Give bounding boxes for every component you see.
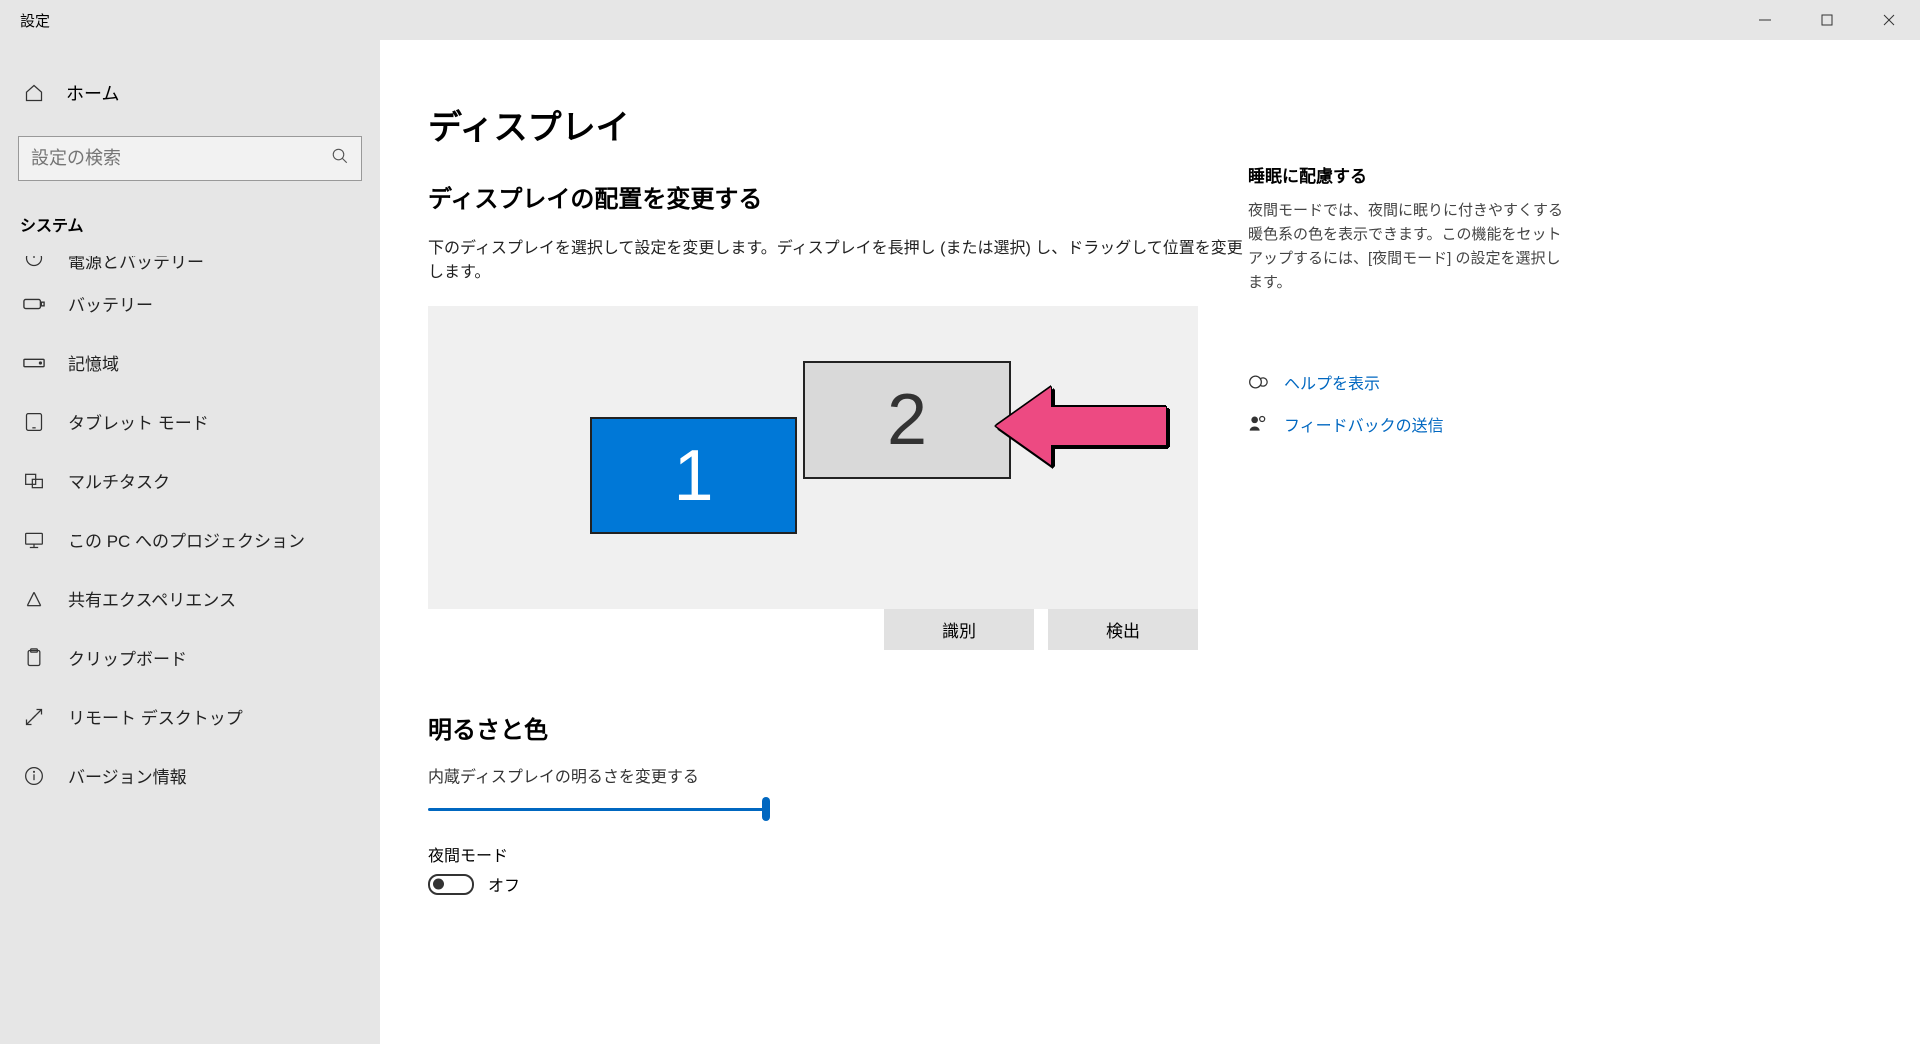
- sidebar: ホーム システム 電源とバッテリー バッテリー: [0, 40, 380, 1044]
- search-input[interactable]: [18, 136, 362, 181]
- help-link-row[interactable]: ヘルプを表示: [1248, 370, 1568, 394]
- sidebar-nav: 電源とバッテリー バッテリー 記憶域 タブレット モード: [0, 256, 380, 805]
- sidebar-item-tablet[interactable]: タブレット モード: [0, 392, 380, 451]
- search-icon: [331, 147, 349, 170]
- sidebar-item-label: マルチタスク: [68, 468, 170, 493]
- sidebar-item-label: クリップボード: [68, 645, 187, 670]
- search-field[interactable]: [31, 148, 331, 169]
- annotation-arrow: [996, 381, 1176, 476]
- identify-label: 識別: [942, 617, 976, 642]
- maximize-button[interactable]: [1796, 0, 1858, 40]
- monitor-2[interactable]: 2: [803, 361, 1011, 479]
- brightness-slider-label: 内蔵ディスプレイの明るさを変更する: [428, 763, 1248, 787]
- tablet-icon: [20, 412, 48, 432]
- brightness-title: 明るさと色: [428, 710, 1248, 745]
- brightness-slider[interactable]: [428, 791, 766, 827]
- help-link[interactable]: ヘルプを表示: [1284, 370, 1380, 394]
- night-mode-toggle[interactable]: [428, 874, 474, 895]
- sidebar-item-battery[interactable]: バッテリー: [0, 274, 380, 333]
- info-icon: [20, 766, 48, 786]
- minimize-button[interactable]: [1734, 0, 1796, 40]
- battery-icon: [20, 297, 48, 311]
- titlebar: 設定: [0, 0, 1920, 40]
- sidebar-item-label: バージョン情報: [68, 763, 187, 788]
- sleep-description: 夜間モードでは、夜間に眠りに付きやすくする暖色系の色を表示できます。この機能をセ…: [1248, 199, 1568, 295]
- right-column: 睡眠に配慮する 夜間モードでは、夜間に眠りに付きやすくする暖色系の色を表示できま…: [1248, 100, 1608, 1044]
- toggle-knob: [433, 879, 444, 890]
- sidebar-item-label: この PC へのプロジェクション: [68, 527, 305, 552]
- sidebar-item-about[interactable]: バージョン情報: [0, 746, 380, 805]
- help-icon: [1248, 372, 1268, 392]
- arrange-title: ディスプレイの配置を変更する: [428, 179, 1248, 214]
- window-controls: [1734, 0, 1920, 40]
- sidebar-item-label: タブレット モード: [68, 409, 209, 434]
- multitask-icon: [20, 471, 48, 491]
- clipboard-icon: [20, 648, 48, 668]
- monitor-2-label: 2: [887, 379, 927, 461]
- page-title: ディスプレイ: [428, 100, 1248, 149]
- window-title: 設定: [0, 10, 50, 31]
- remote-icon: [20, 707, 48, 727]
- sleep-title: 睡眠に配慮する: [1248, 162, 1568, 187]
- sidebar-item-label: 記憶域: [68, 350, 119, 375]
- monitor-1-label: 1: [673, 435, 713, 517]
- sidebar-item-remote[interactable]: リモート デスクトップ: [0, 687, 380, 746]
- home-nav[interactable]: ホーム: [0, 70, 380, 126]
- storage-icon: [20, 356, 48, 370]
- identify-button[interactable]: 識別: [884, 609, 1034, 650]
- night-mode-state: オフ: [488, 872, 520, 896]
- sidebar-item-shared[interactable]: 共有エクスペリエンス: [0, 569, 380, 628]
- sidebar-item-project[interactable]: この PC へのプロジェクション: [0, 510, 380, 569]
- main-content: ディスプレイ ディスプレイの配置を変更する 下のディスプレイを選択して設定を変更…: [380, 40, 1920, 1044]
- feedback-link[interactable]: フィードバックの送信: [1284, 412, 1444, 436]
- display-arrangement-area[interactable]: 1 2: [428, 306, 1198, 609]
- sidebar-item-label: 共有エクスペリエンス: [68, 586, 236, 611]
- share-icon: [20, 589, 48, 609]
- sidebar-item-power[interactable]: 電源とバッテリー: [0, 256, 380, 274]
- close-button[interactable]: [1858, 0, 1920, 40]
- home-icon: [20, 83, 48, 103]
- sidebar-item-storage[interactable]: 記憶域: [0, 333, 380, 392]
- feedback-icon: [1248, 414, 1268, 434]
- detect-label: 検出: [1106, 617, 1140, 642]
- sidebar-item-label: 電源とバッテリー: [68, 256, 204, 273]
- home-label: ホーム: [66, 80, 119, 106]
- sidebar-item-multitask[interactable]: マルチタスク: [0, 451, 380, 510]
- slider-thumb[interactable]: [762, 797, 770, 821]
- sidebar-item-clipboard[interactable]: クリップボード: [0, 628, 380, 687]
- arrange-description: 下のディスプレイを選択して設定を変更します。ディスプレイを長押し (または選択)…: [428, 234, 1248, 282]
- night-mode-toggle-row: オフ: [428, 872, 1248, 896]
- project-icon: [20, 530, 48, 550]
- sidebar-section-label: システム: [0, 206, 380, 256]
- night-mode-label: 夜間モード: [428, 842, 1248, 866]
- sidebar-item-label: バッテリー: [68, 291, 153, 316]
- sidebar-item-label: リモート デスクトップ: [68, 704, 243, 729]
- monitor-1[interactable]: 1: [590, 417, 797, 534]
- power-icon: [20, 256, 48, 268]
- feedback-link-row[interactable]: フィードバックの送信: [1248, 412, 1568, 436]
- detect-button[interactable]: 検出: [1048, 609, 1198, 650]
